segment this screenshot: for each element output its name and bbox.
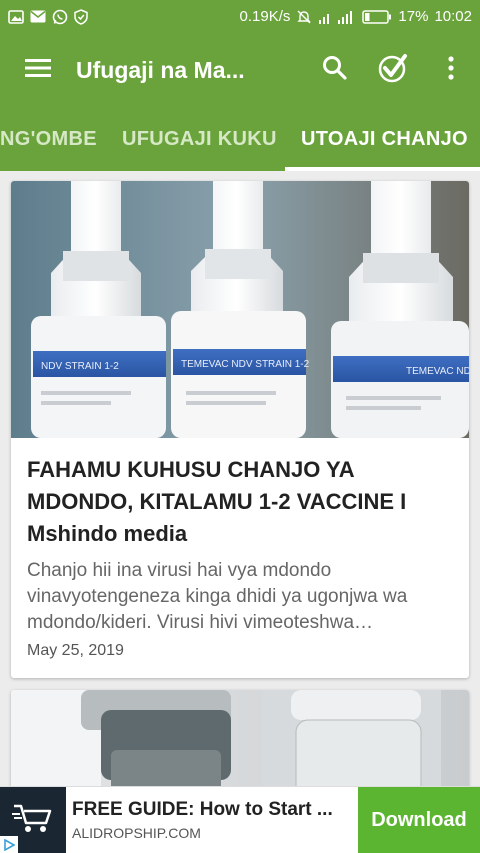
article-date: May 25, 2019: [27, 642, 124, 659]
vial-label-2: TEMEVAC NDV STRAIN 1-2: [181, 359, 310, 370]
shopping-cart-icon: [12, 802, 54, 839]
ad-headline: FREE GUIDE: How to Start ...: [72, 799, 333, 820]
search-button[interactable]: [306, 33, 364, 107]
ad-logo: [0, 786, 66, 853]
battery-icon: [362, 9, 392, 24]
vial-label-1: NDV STRAIN 1-2: [41, 361, 119, 372]
app-title: Ufugaji na Ma...: [76, 56, 245, 83]
more-button[interactable]: [422, 33, 480, 107]
whatsapp-icon: [52, 9, 68, 25]
toolbar-actions: [306, 33, 480, 107]
article-excerpt: Chanjo hii ina virusi hai vya mdondo vin…: [27, 560, 408, 633]
tab-ufugaji-kuku[interactable]: UFUGAJI KUKU: [122, 107, 277, 171]
category-tabs: NG'OMBE UFUGAJI KUKU UTOAJI CHANJO: [0, 107, 480, 171]
check-button[interactable]: [364, 33, 422, 107]
status-right: 0.19K/s 17% 10:02: [240, 8, 472, 25]
signal-icon: [318, 9, 356, 25]
more-vert-icon: [448, 55, 454, 85]
menu-button[interactable]: [0, 33, 76, 107]
tab-utoaji-chanjo[interactable]: UTOAJI CHANJO: [301, 107, 468, 171]
battery-level: 17%: [398, 8, 429, 25]
mute-icon: [296, 9, 312, 25]
clock: 10:02: [434, 8, 472, 25]
shield-icon: [74, 8, 88, 25]
tab-ngombe[interactable]: NG'OMBE: [0, 107, 97, 171]
image-icon: [8, 9, 24, 24]
app-toolbar: Ufugaji na Ma...: [0, 33, 480, 107]
article-title[interactable]: FAHAMU KUHUSU CHANJO YA MDONDO, KITALAMU…: [27, 454, 453, 550]
article-body: FAHAMU KUHUSU CHANJO YA MDONDO, KITALAMU…: [11, 438, 469, 660]
article-card[interactable]: NDV STRAIN 1-2 TEMEVAC NDV STRAIN 1-2 TE…: [11, 181, 469, 678]
status-left: [8, 8, 88, 25]
status-bar: 0.19K/s 17% 10:02: [0, 0, 480, 33]
ad-download-button[interactable]: Download: [358, 786, 480, 853]
active-tab-indicator: [285, 167, 480, 171]
article-image: NDV STRAIN 1-2 TEMEVAC NDV STRAIN 1-2 TE…: [11, 181, 469, 438]
ad-text: FREE GUIDE: How to Start ... ALIDROPSHIP…: [66, 799, 358, 841]
vial-label-3: TEMEVAC NDV S: [406, 366, 469, 377]
ad-banner[interactable]: FREE GUIDE: How to Start ... ALIDROPSHIP…: [0, 786, 480, 853]
mail-icon: [30, 10, 46, 23]
search-icon: [322, 55, 348, 86]
ad-choices-icon[interactable]: [0, 835, 18, 853]
network-speed: 0.19K/s: [239, 8, 291, 25]
check-badge-icon: [377, 52, 409, 89]
ad-domain: ALIDROPSHIP.COM: [72, 825, 201, 841]
hamburger-icon: [25, 58, 51, 83]
